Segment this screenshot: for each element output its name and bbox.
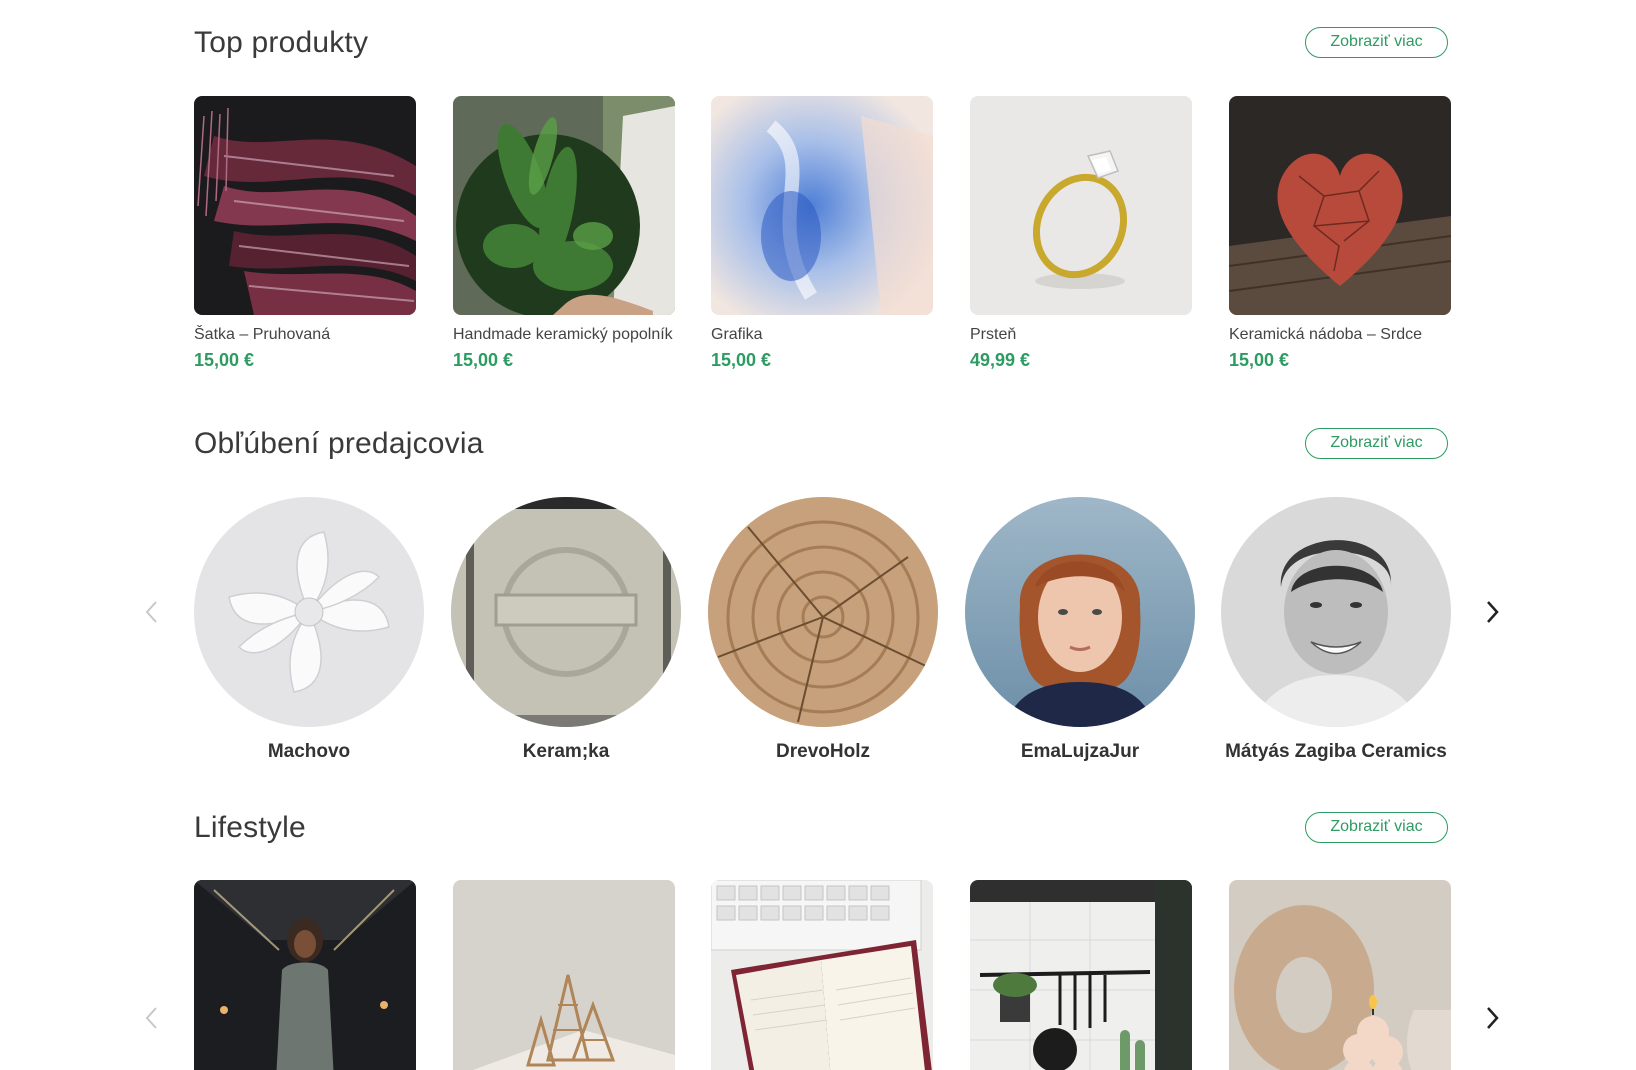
lifestyle-header: Lifestyle Zobraziť viac: [194, 810, 1448, 846]
product-image-ring[interactable]: [970, 96, 1192, 315]
lifestyle-card-vases[interactable]: [1229, 880, 1451, 1070]
product-card[interactable]: Šatka – Pruhovaná 15,00 €: [194, 96, 416, 371]
product-name[interactable]: Prsteň: [970, 325, 1192, 345]
seller-avatar[interactable]: [451, 497, 681, 727]
lifestyle-card-kitchen[interactable]: [970, 880, 1192, 1070]
chevron-left-icon: [137, 601, 167, 631]
show-more-top-products-button[interactable]: Zobraziť viac: [1305, 27, 1448, 58]
lifestyle-card-notebook[interactable]: [711, 880, 933, 1070]
section-title-top-products: Top produkty: [194, 26, 369, 59]
product-card[interactable]: Keramická nádoba – Srdce 15,00 €: [1229, 96, 1451, 371]
product-price: 15,00 €: [1229, 350, 1290, 370]
chevron-right-icon: [1477, 1007, 1507, 1037]
seller-name[interactable]: Machovo: [194, 741, 424, 763]
product-image-heart[interactable]: [1229, 96, 1451, 315]
product-image-scarf[interactable]: [194, 96, 416, 315]
seller-name[interactable]: Mátyás Zagiba Ceramics: [1221, 741, 1451, 763]
seller-avatar[interactable]: [1221, 497, 1451, 727]
product-price: 15,00 €: [453, 350, 514, 370]
product-name[interactable]: Šatka – Pruhovaná: [194, 325, 416, 345]
carousel-prev-sellers[interactable]: [137, 597, 167, 627]
seller-card[interactable]: Mátyás Zagiba Ceramics: [1221, 497, 1451, 763]
carousel-next-lifestyle[interactable]: [1477, 1003, 1507, 1033]
product-name[interactable]: Grafika: [711, 325, 933, 345]
product-card[interactable]: Grafika 15,00 €: [711, 96, 933, 371]
product-card[interactable]: Prsteň 49,99 €: [970, 96, 1192, 371]
seller-avatar[interactable]: [194, 497, 424, 727]
show-more-lifestyle-button[interactable]: Zobraziť viac: [1305, 812, 1448, 843]
product-card[interactable]: Handmade keramický popolník 15,00 €: [453, 96, 675, 371]
seller-avatar[interactable]: [708, 497, 938, 727]
sellers-header: Obľúbení predajcovia Zobraziť viac: [194, 426, 1448, 462]
product-name[interactable]: Handmade keramický popolník: [453, 325, 675, 345]
carousel-next-sellers[interactable]: [1477, 597, 1507, 627]
product-image-ashtray[interactable]: [453, 96, 675, 315]
seller-card[interactable]: Machovo: [194, 497, 424, 763]
seller-card[interactable]: EmaLujzaJur: [965, 497, 1195, 763]
chevron-right-icon: [1477, 601, 1507, 631]
section-title-lifestyle: Lifestyle: [194, 811, 306, 844]
seller-name[interactable]: Keram;ka: [451, 741, 681, 763]
lifestyle-card-woman[interactable]: [194, 880, 416, 1070]
product-name[interactable]: Keramická nádoba – Srdce: [1229, 325, 1451, 345]
product-image-graphic[interactable]: [711, 96, 933, 315]
seller-card[interactable]: Keram;ka: [451, 497, 681, 763]
lifestyle-card-wooden-trees[interactable]: [453, 880, 675, 1070]
product-price: 15,00 €: [711, 350, 772, 370]
seller-name[interactable]: DrevoHolz: [708, 741, 938, 763]
show-more-sellers-button[interactable]: Zobraziť viac: [1305, 428, 1448, 459]
seller-name[interactable]: EmaLujzaJur: [965, 741, 1195, 763]
chevron-left-icon: [137, 1007, 167, 1037]
section-title-sellers: Obľúbení predajcovia: [194, 427, 484, 460]
seller-card[interactable]: DrevoHolz: [708, 497, 938, 763]
product-price: 49,99 €: [970, 350, 1031, 370]
product-price: 15,00 €: [194, 350, 255, 370]
seller-avatar[interactable]: [965, 497, 1195, 727]
carousel-prev-lifestyle[interactable]: [137, 1003, 167, 1033]
top-products-header: Top produkty Zobraziť viac: [194, 25, 1448, 61]
